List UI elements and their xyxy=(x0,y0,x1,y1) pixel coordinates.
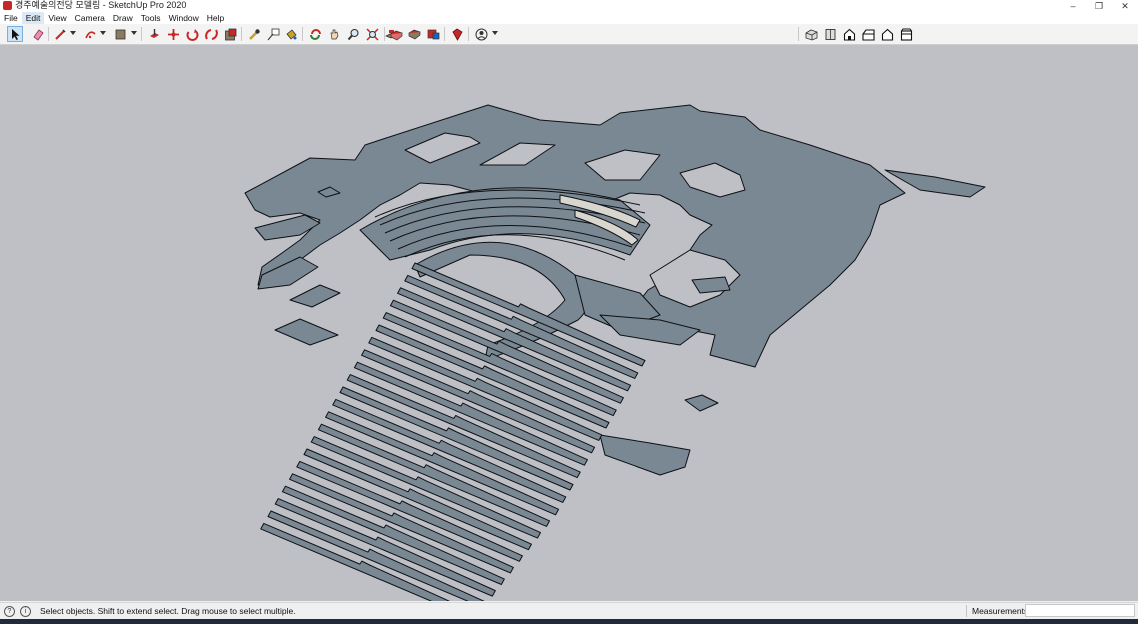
extension-manager-icon[interactable] xyxy=(425,26,441,42)
info-icon[interactable]: i xyxy=(20,606,31,617)
model-geometry xyxy=(244,104,986,601)
main-toolbar xyxy=(0,24,1138,45)
close-button[interactable]: ✕ xyxy=(1112,0,1138,12)
help-icon[interactable]: ? xyxy=(4,606,15,617)
menu-bar: File Edit View Camera Draw Tools Window … xyxy=(0,12,1138,24)
push-pull-icon[interactable] xyxy=(146,26,162,42)
menu-help[interactable]: Help xyxy=(203,12,228,24)
layout-icon[interactable] xyxy=(406,26,422,42)
extension-warehouse-icon[interactable] xyxy=(388,26,404,42)
menu-camera[interactable]: Camera xyxy=(71,12,109,24)
ruby-icon[interactable] xyxy=(449,26,465,42)
maximize-button[interactable]: ❐ xyxy=(1086,0,1112,12)
arc-dropdown-icon[interactable] xyxy=(100,31,106,35)
text-icon[interactable] xyxy=(265,26,281,42)
menu-window[interactable]: Window xyxy=(165,12,203,24)
line-dropdown-icon[interactable] xyxy=(70,31,76,35)
shapes-dropdown-icon[interactable] xyxy=(131,31,137,35)
zoom-extents-icon[interactable] xyxy=(364,26,380,42)
tape-measure-icon[interactable] xyxy=(246,26,262,42)
line-icon[interactable] xyxy=(52,26,68,42)
menu-draw[interactable]: Draw xyxy=(109,12,137,24)
paint-bucket-icon[interactable] xyxy=(283,26,299,42)
top-view-icon[interactable] xyxy=(822,26,838,42)
sketchup-logo-icon xyxy=(3,1,12,10)
left-view-icon[interactable] xyxy=(898,26,914,42)
menu-view[interactable]: View xyxy=(44,12,70,24)
arc-icon[interactable] xyxy=(82,26,98,42)
account-dropdown-icon[interactable] xyxy=(492,31,498,35)
menu-file[interactable]: File xyxy=(0,12,22,24)
scale-icon[interactable] xyxy=(203,26,219,42)
measurements-input[interactable] xyxy=(1025,604,1135,617)
rotate-icon[interactable] xyxy=(184,26,200,42)
pan-icon[interactable] xyxy=(326,26,342,42)
model-viewport[interactable] xyxy=(0,45,1138,601)
eraser-icon[interactable] xyxy=(30,26,46,42)
front-view-icon[interactable] xyxy=(841,26,857,42)
zoom-icon[interactable] xyxy=(345,26,361,42)
orbit-icon[interactable] xyxy=(307,26,323,42)
offset-icon[interactable] xyxy=(222,26,238,42)
taskbar xyxy=(0,619,1138,624)
menu-edit[interactable]: Edit xyxy=(21,12,45,24)
status-bar: ? i Select objects. Shift to extend sele… xyxy=(0,602,1138,619)
measurements-label: Measurements xyxy=(972,606,1029,616)
title-bar: 경주예술의전당 모델링 - SketchUp Pro 2020 – ❐ ✕ xyxy=(0,0,1138,12)
shapes-icon[interactable] xyxy=(112,26,128,42)
back-view-icon[interactable] xyxy=(879,26,895,42)
iso-view-icon[interactable] xyxy=(803,26,819,42)
minimize-button[interactable]: – xyxy=(1060,0,1086,12)
right-view-icon[interactable] xyxy=(860,26,876,42)
status-message: Select objects. Shift to extend select. … xyxy=(40,606,296,616)
account-icon[interactable] xyxy=(473,26,489,42)
menu-tools[interactable]: Tools xyxy=(137,12,165,24)
move-icon[interactable] xyxy=(165,26,181,42)
window-title: 경주예술의전당 모델링 - SketchUp Pro 2020 xyxy=(15,0,187,10)
select-icon[interactable] xyxy=(7,26,23,42)
